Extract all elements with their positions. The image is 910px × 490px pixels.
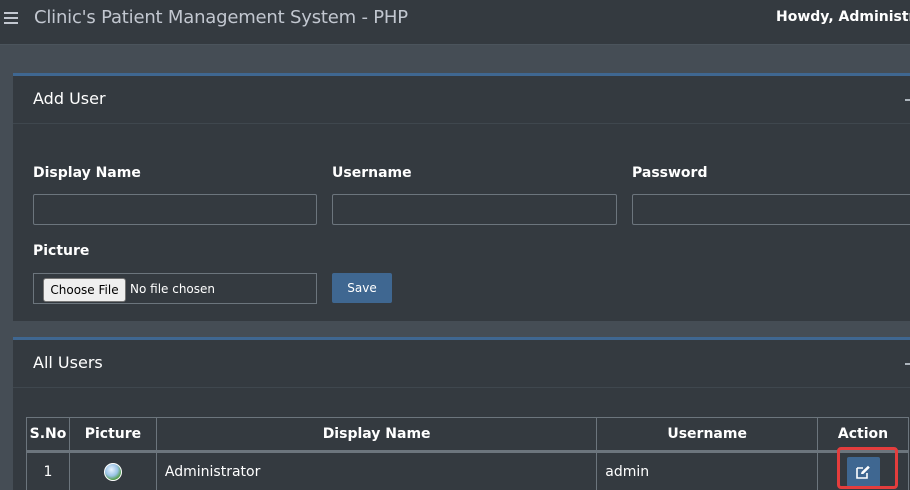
all-users-title: All Users [33, 353, 103, 372]
hamburger-icon[interactable] [4, 10, 19, 24]
username-label: Username [332, 165, 412, 181]
file-status-text: No file chosen [130, 282, 216, 296]
add-user-title: Add User [33, 89, 106, 108]
row-username: admin [596, 451, 819, 490]
picture-file-input[interactable]: Choose File No file chosen [33, 273, 317, 304]
table-row: 1 Administrator admin [26, 451, 909, 490]
all-users-card: All Users S.No Picture Display Name User… [13, 337, 910, 490]
minus-icon[interactable] [905, 99, 910, 101]
minus-icon[interactable] [905, 363, 910, 365]
password-input[interactable] [632, 194, 910, 225]
row-sno: 1 [26, 451, 70, 490]
add-user-card: Add User Display Name Username Password … [13, 73, 910, 321]
table-header-row: S.No Picture Display Name Username Actio… [26, 417, 909, 453]
column-header-sno: S.No [26, 417, 70, 453]
add-user-card-header: Add User [13, 76, 910, 124]
row-picture [68, 451, 157, 490]
column-header-display-name: Display Name [155, 417, 598, 453]
picture-label: Picture [33, 243, 90, 259]
edit-user-button[interactable] [846, 457, 880, 487]
display-name-input[interactable] [33, 194, 317, 225]
row-action [817, 451, 909, 490]
password-label: Password [632, 165, 708, 181]
choose-file-button[interactable]: Choose File [43, 278, 126, 302]
display-name-label: Display Name [33, 165, 141, 181]
user-greeting[interactable]: Howdy, Administra [776, 9, 910, 25]
row-display-name: Administrator [155, 451, 598, 490]
all-users-card-header: All Users [13, 340, 910, 388]
column-header-action: Action [817, 417, 909, 453]
column-header-picture: Picture [68, 417, 157, 453]
edit-icon [855, 465, 870, 479]
username-input[interactable] [332, 194, 617, 225]
app-title: Clinic's Patient Management System - PHP [34, 7, 408, 28]
top-navbar: Clinic's Patient Management System - PHP… [0, 0, 910, 45]
save-button[interactable]: Save [332, 273, 392, 303]
avatar [103, 463, 122, 481]
users-table: S.No Picture Display Name Username Actio… [26, 417, 909, 490]
column-header-username: Username [596, 417, 819, 453]
